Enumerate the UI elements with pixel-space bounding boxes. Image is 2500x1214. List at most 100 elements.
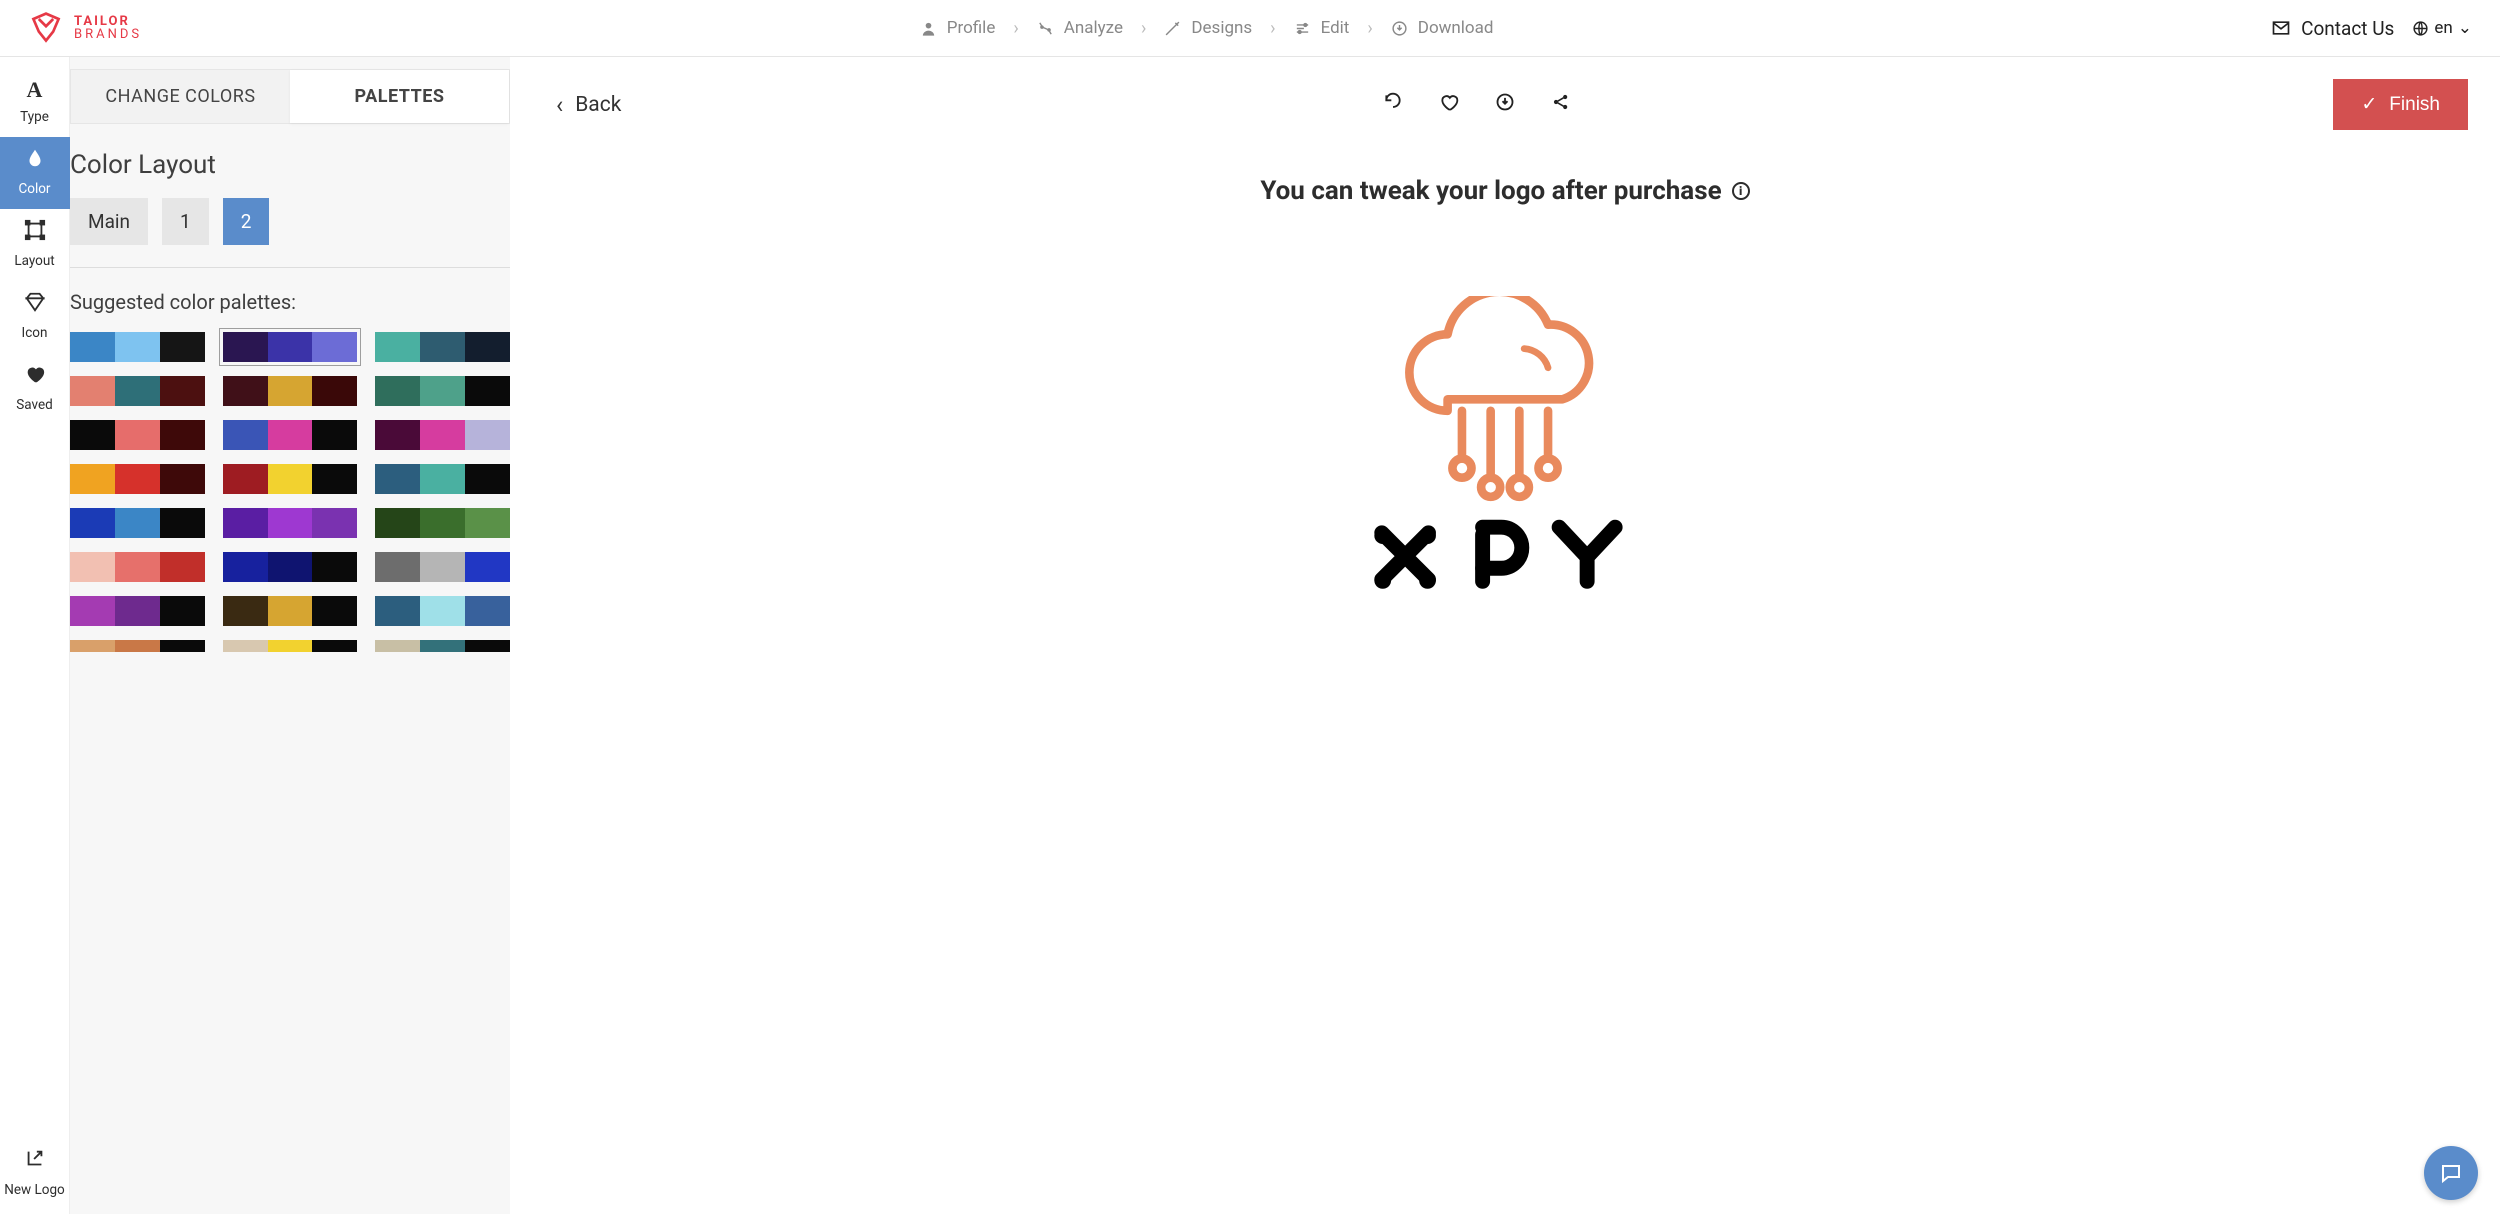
rail-item-layout[interactable]: Layout: [0, 209, 70, 281]
swatch: [70, 596, 115, 626]
swatch: [420, 596, 465, 626]
palette-swatch[interactable]: [375, 552, 510, 582]
swatch: [160, 332, 205, 362]
share-icon[interactable]: [1551, 92, 1571, 117]
palette-swatch[interactable]: [223, 376, 358, 406]
palette-swatch[interactable]: [223, 596, 358, 626]
swatch: [70, 376, 115, 406]
back-button[interactable]: ‹ Back: [556, 91, 621, 119]
nav-step-designs[interactable]: Designs: [1158, 18, 1258, 38]
finish-label: Finish: [2389, 94, 2440, 116]
palette-swatch[interactable]: [70, 376, 205, 406]
swatch: [465, 508, 510, 538]
swatch: [268, 376, 313, 406]
swatch: [160, 596, 205, 626]
chip-main[interactable]: Main: [70, 198, 148, 245]
chevron-right-icon: ›: [1007, 18, 1024, 39]
palette-swatch[interactable]: [70, 332, 205, 362]
tab-change-colors[interactable]: CHANGE COLORS: [71, 70, 290, 123]
swatch: [420, 640, 465, 652]
language-selector[interactable]: en ⌄: [2412, 18, 2472, 38]
nav-step-download[interactable]: Download: [1385, 18, 1500, 38]
swatch: [375, 596, 420, 626]
swatch: [268, 332, 313, 362]
chevron-down-icon: ⌄: [2458, 18, 2472, 38]
palette-swatch[interactable]: [223, 552, 358, 582]
divider: [70, 267, 510, 268]
palette-swatch[interactable]: [223, 332, 358, 362]
heart-icon: [0, 363, 70, 391]
back-label: Back: [575, 93, 621, 117]
palette-swatch[interactable]: [375, 464, 510, 494]
swatch: [70, 464, 115, 494]
swatch: [312, 332, 357, 362]
swatch: [70, 552, 115, 582]
swatch: [312, 464, 357, 494]
swatch: [465, 596, 510, 626]
swatch: [268, 640, 313, 652]
contact-us-link[interactable]: Contact Us: [2271, 17, 2394, 40]
palette-swatch[interactable]: [375, 332, 510, 362]
swatch: [375, 332, 420, 362]
canvas-actions: [1383, 92, 1571, 117]
color-layout-chips: Main 1 2: [70, 198, 510, 245]
palette-swatch[interactable]: [223, 508, 358, 538]
palette-grid: [70, 332, 510, 626]
swatch: [268, 596, 313, 626]
nav-step-analyze[interactable]: Analyze: [1031, 18, 1129, 38]
chat-fab[interactable]: [2424, 1146, 2478, 1200]
palette-swatch[interactable]: [70, 552, 205, 582]
rail-item-icon[interactable]: Icon: [0, 281, 70, 353]
swatch: [223, 640, 268, 652]
swatch: [115, 376, 160, 406]
undo-icon[interactable]: [1383, 92, 1403, 117]
nav-step-label: Profile: [947, 18, 996, 38]
sidebar-panel: CHANGE COLORS PALETTES Color Layout Main…: [70, 57, 510, 1214]
palette-swatch[interactable]: [70, 420, 205, 450]
palette-swatch[interactable]: [223, 420, 358, 450]
swatch: [223, 332, 268, 362]
swatch: [312, 596, 357, 626]
swatch: [312, 420, 357, 450]
rail-item-new-logo[interactable]: New Logo: [0, 1138, 70, 1214]
palette-swatch[interactable]: [223, 464, 358, 494]
swatch: [465, 420, 510, 450]
palette-swatch[interactable]: [375, 640, 510, 652]
swatch: [420, 464, 465, 494]
nav-step-edit[interactable]: Edit: [1288, 18, 1356, 38]
swatch: [312, 640, 357, 652]
palette-swatch[interactable]: [223, 640, 358, 652]
swatch: [268, 420, 313, 450]
rail-item-label: Color: [18, 181, 50, 197]
finish-button[interactable]: ✓ Finish: [2333, 79, 2468, 130]
palette-swatch[interactable]: [375, 376, 510, 406]
palette-swatch[interactable]: [70, 596, 205, 626]
palette-swatch[interactable]: [70, 508, 205, 538]
info-icon[interactable]: i: [1732, 182, 1750, 200]
swatch: [223, 552, 268, 582]
swatch: [223, 464, 268, 494]
palette-swatch[interactable]: [70, 640, 205, 652]
rail-item-color[interactable]: Color: [0, 137, 70, 209]
palette-swatch[interactable]: [375, 508, 510, 538]
swatch: [420, 420, 465, 450]
new-logo-icon: [0, 1148, 70, 1176]
swatch: [160, 640, 205, 652]
nav-step-label: Analyze: [1064, 18, 1123, 38]
palette-swatch[interactable]: [375, 420, 510, 450]
nav-step-profile[interactable]: Profile: [914, 18, 1002, 38]
swatch: [420, 332, 465, 362]
brand[interactable]: TAILOR BRANDS: [28, 10, 142, 46]
palette-swatch[interactable]: [70, 464, 205, 494]
rail-item-type[interactable]: A Type: [0, 67, 70, 137]
rail-item-saved[interactable]: Saved: [0, 353, 70, 425]
chip-1[interactable]: 1: [162, 198, 209, 245]
palette-swatch[interactable]: [375, 596, 510, 626]
download-circle-icon[interactable]: [1495, 92, 1515, 117]
swatch: [115, 420, 160, 450]
swatch: [375, 552, 420, 582]
tab-palettes[interactable]: PALETTES: [290, 70, 509, 123]
chip-2[interactable]: 2: [223, 198, 270, 245]
heart-outline-icon[interactable]: [1439, 92, 1459, 117]
swatch: [465, 552, 510, 582]
